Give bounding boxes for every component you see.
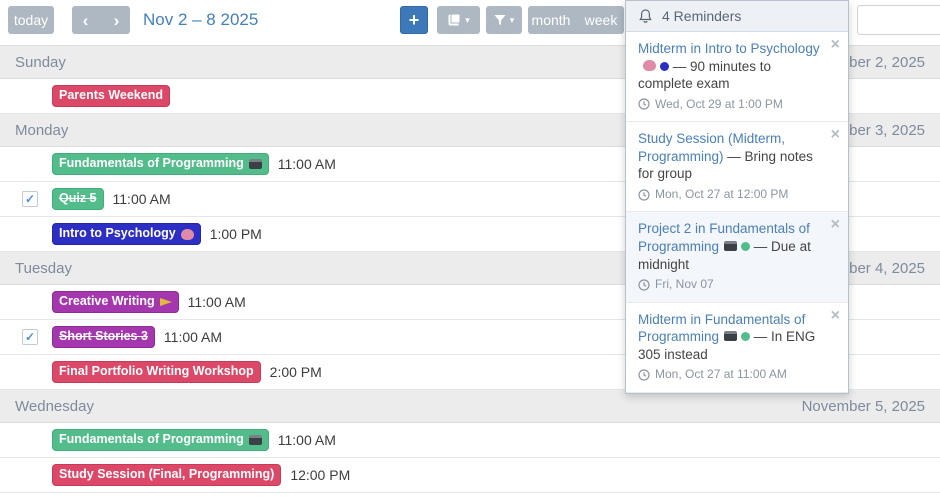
close-icon[interactable]: × [831,37,840,53]
reminder-meta: Mon, Oct 27 at 12:00 PM [638,187,822,203]
event-badge[interactable]: Final Portfolio Writing Workshop [52,361,261,383]
reminder-item: × Study Session (Midterm, Programming) —… [626,122,848,212]
reminder-item: × Midterm in Intro to Psychology — 90 mi… [626,32,848,122]
reminder-meta: Wed, Oct 29 at 1:00 PM [638,97,822,113]
view-switcher: month week [528,6,624,34]
event-badge[interactable]: Parents Weekend [52,85,170,107]
reminder-title-link[interactable]: Midterm in Intro to Psychology [638,41,820,56]
homework-checkbox-checked[interactable]: ✓ [22,191,38,207]
reminders-header[interactable]: 4 Reminders [626,1,848,32]
homework-checkbox-checked[interactable]: ✓ [22,329,38,345]
event-badge[interactable]: Quiz 5 [52,188,104,210]
reminder-item: × Midterm in Fundamentals of Programming… [626,303,848,393]
class-color-dot [741,242,750,251]
event-badge[interactable]: Study Session (Final, Programming) [52,464,281,486]
brain-emoji [643,60,656,71]
close-icon[interactable]: × [831,217,840,233]
classes-dropdown-button[interactable]: ▾ [437,6,480,34]
event-badge[interactable]: Creative Writing [52,291,179,313]
date-nav-group: ‹ › [72,6,130,34]
close-icon[interactable]: × [831,127,840,143]
next-week-icon[interactable]: › [103,12,130,29]
toolbar-right-box[interactable] [857,5,940,35]
class-color-dot [660,62,669,71]
event-row: Fundamentals of Programming 11:00 AM [0,423,940,458]
bell-icon [638,8,653,24]
writing-hand-emoji [160,298,172,306]
clock-icon [638,369,650,381]
day-name: Tuesday [15,260,72,277]
chevron-down-icon: ▾ [465,16,470,25]
chevron-down-icon: ▾ [510,16,515,25]
reminder-description: — 90 minutes to complete exam [638,59,771,92]
day-name: Sunday [15,54,66,71]
laptop-emoji [249,159,262,169]
laptop-emoji [249,435,262,445]
day-name: Wednesday [15,398,94,415]
event-row: Study Session (Final, Programming) 12:00… [0,458,940,493]
class-color-dot [741,332,750,341]
reminder-meta: Mon, Oct 27 at 11:00 AM [638,367,822,383]
event-time: 11:00 AM [188,294,246,310]
clock-icon [638,279,650,291]
event-badge[interactable]: Short Stories 3 [52,326,155,348]
today-button[interactable]: today [8,6,54,34]
event-badge[interactable]: Fundamentals of Programming [52,429,269,451]
week-view-button[interactable]: week [578,12,624,28]
event-time: 12:00 PM [290,467,350,483]
day-date: November 5, 2025 [802,398,925,415]
book-icon [447,13,461,27]
reminders-panel: 4 Reminders × Midterm in Intro to Psycho… [625,0,849,394]
event-time: 11:00 AM [113,191,171,207]
event-time: 1:00 PM [210,226,262,242]
filter-icon [494,14,506,26]
event-time: 11:00 AM [164,329,222,345]
reminder-item: × Project 2 in Fundamentals of Programmi… [626,212,848,302]
laptop-emoji [724,241,737,251]
close-icon[interactable]: × [831,308,840,324]
day-name: Monday [15,122,68,139]
event-badge[interactable]: Fundamentals of Programming [52,153,269,175]
clock-icon [638,98,650,110]
laptop-emoji [724,331,737,341]
clock-icon [638,189,650,201]
brain-emoji [181,229,194,240]
date-range-title: Nov 2 – 8 2025 [143,6,258,34]
month-view-button[interactable]: month [528,12,574,28]
day-header-wednesday: Wednesday November 5, 2025 [0,390,940,423]
add-event-button[interactable]: + [400,6,428,34]
prev-week-icon[interactable]: ‹ [72,12,99,29]
event-time: 2:00 PM [270,364,322,380]
filter-dropdown-button[interactable]: ▾ [486,6,522,34]
event-badge[interactable]: Intro to Psychology [52,223,201,245]
event-time: 11:00 AM [278,432,336,448]
reminders-count-label: 4 Reminders [662,8,741,24]
event-time: 11:00 AM [278,156,336,172]
reminder-meta: Fri, Nov 07 [638,277,822,293]
